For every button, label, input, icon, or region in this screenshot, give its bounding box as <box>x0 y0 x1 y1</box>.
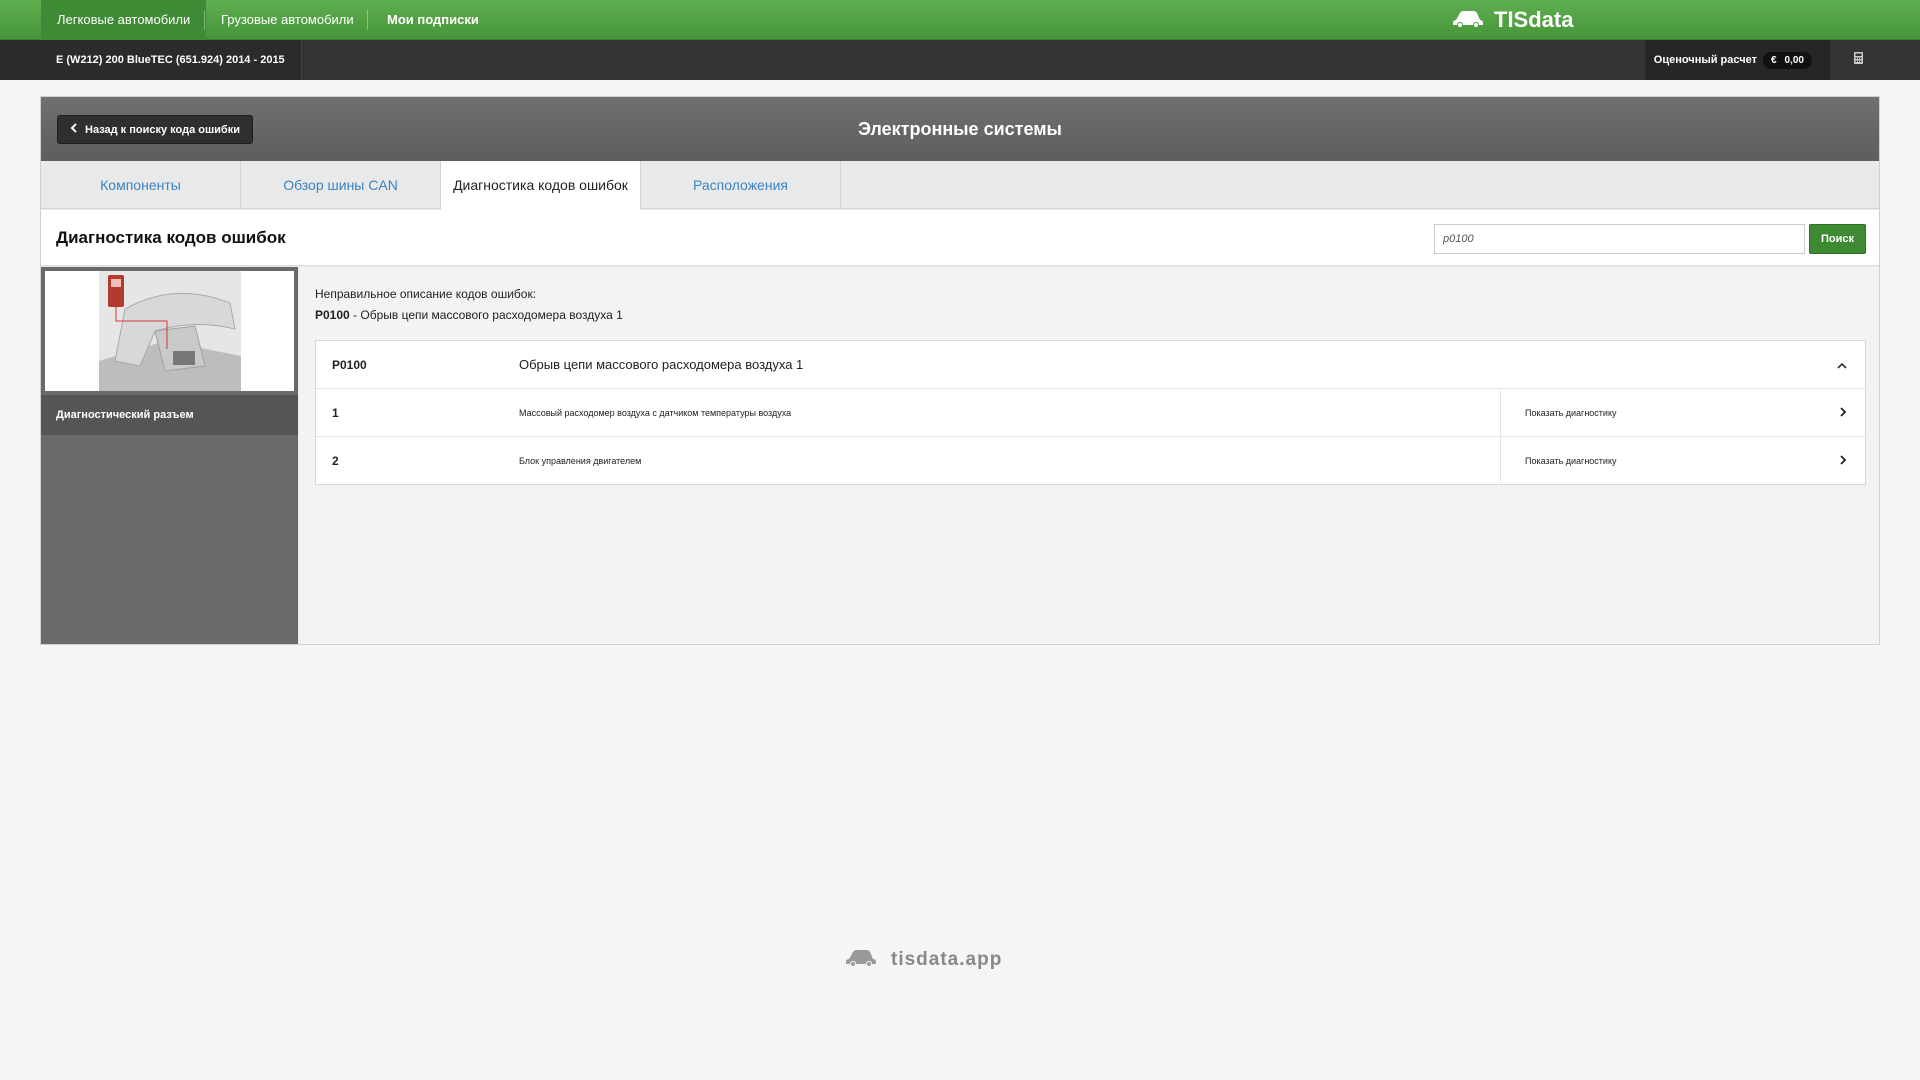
tab-fault-diagnostics[interactable]: Диагностика кодов ошибок <box>441 161 641 210</box>
back-button-label: Назад к поиску кода ошибки <box>85 123 240 136</box>
tab-locations[interactable]: Расположения <box>641 161 841 209</box>
amount-value: 0,00 <box>1784 54 1804 66</box>
panel-header: Электронные системы Назад к поиску кода … <box>41 97 1879 161</box>
currency-symbol: € <box>1770 54 1777 66</box>
tab-components[interactable]: Компоненты <box>41 161 241 209</box>
fault-code-summary: P0100 - Обрыв цепи массового расходомера… <box>315 308 623 322</box>
table-row: 1 Массовый расходомер воздуха с датчиком… <box>316 389 1865 437</box>
section-header: Диагностика кодов ошибок Поиск <box>41 210 1879 266</box>
car-icon <box>845 948 877 972</box>
row-number: 2 <box>332 454 339 468</box>
nav-trucks[interactable]: Грузовые автомобили <box>205 0 370 40</box>
fault-code-header-row[interactable]: P0100 Обрыв цепи массового расходомера в… <box>316 341 1865 389</box>
brand-logo[interactable]: TISdata <box>1452 0 1573 40</box>
vehicle-title: E (W212) 200 BlueTEC (651.924) 2014 - 20… <box>0 40 302 80</box>
top-nav: Легковые автомобили Грузовые автомобили … <box>0 0 1920 40</box>
nav-separator <box>367 10 368 30</box>
row-description: Массовый расходомер воздуха с датчиком т… <box>519 408 792 418</box>
table-row: 2 Блок управления двигателем Показать ди… <box>316 437 1865 485</box>
component-label[interactable]: Диагностический разъем <box>41 395 298 435</box>
estimate-widget[interactable]: Оценочный расчет € 0,00 <box>1645 40 1830 80</box>
chevron-up-icon[interactable] <box>1837 341 1847 389</box>
brand-name: TISdata <box>1494 7 1574 32</box>
fault-code-description: Обрыв цепи массового расходомера воздуха… <box>519 357 804 372</box>
row-number: 1 <box>332 406 339 420</box>
estimate-label: Оценочный расчет <box>1653 54 1757 66</box>
show-diagnostics-button[interactable]: Показать диагностику <box>1500 389 1865 437</box>
summary-code: P0100 <box>315 308 350 322</box>
fault-code-table: P0100 Обрыв цепи массового расходомера в… <box>315 340 1866 485</box>
show-diagnostics-label: Показать диагностику <box>1525 408 1617 418</box>
tab-bar: Компоненты Обзор шины CAN Диагностика ко… <box>41 161 1879 210</box>
footer-brand[interactable]: tisdata.app <box>845 948 1002 972</box>
row-description: Блок управления двигателем <box>519 456 642 466</box>
vehicle-bar: E (W212) 200 BlueTEC (651.924) 2014 - 20… <box>0 40 1920 80</box>
search-button[interactable]: Поиск <box>1809 224 1866 254</box>
fault-description-note: Неправильное описание кодов ошибок: <box>315 287 537 301</box>
diagnostic-content: Неправильное описание кодов ошибок: P010… <box>299 267 1879 644</box>
section-title: Диагностика кодов ошибок <box>56 228 286 247</box>
component-sidebar: Диагностический разъем <box>41 267 298 644</box>
fault-code: P0100 <box>332 358 367 372</box>
component-thumbnail[interactable] <box>45 271 294 391</box>
fault-code-search-input[interactable] <box>1434 224 1805 254</box>
nav-cars[interactable]: Легковые автомобили <box>41 0 207 40</box>
nav-subscriptions[interactable]: Мои подписки <box>371 0 495 40</box>
show-diagnostics-button[interactable]: Показать диагностику <box>1500 437 1865 485</box>
chevron-right-icon <box>1840 389 1847 437</box>
chevron-right-icon <box>1840 437 1847 485</box>
back-to-search-button[interactable]: Назад к поиску кода ошибки <box>57 115 253 144</box>
chevron-left-icon <box>70 123 77 136</box>
car-icon <box>1452 0 1484 40</box>
calculator-button[interactable] <box>1830 40 1887 80</box>
footer-text: tisdata.app <box>891 949 1003 970</box>
panel-title: Электронные системы <box>858 119 1062 139</box>
diagnostic-connector-image <box>99 271 241 391</box>
show-diagnostics-label: Показать диагностику <box>1525 456 1617 466</box>
tab-can-bus[interactable]: Обзор шины CAN <box>241 161 441 209</box>
calculator-icon <box>1854 51 1863 69</box>
summary-desc: - Обрыв цепи массового расходомера возду… <box>349 308 623 322</box>
estimate-amount: € 0,00 <box>1762 51 1812 69</box>
electronic-systems-panel: Электронные системы Назад к поиску кода … <box>40 96 1880 645</box>
